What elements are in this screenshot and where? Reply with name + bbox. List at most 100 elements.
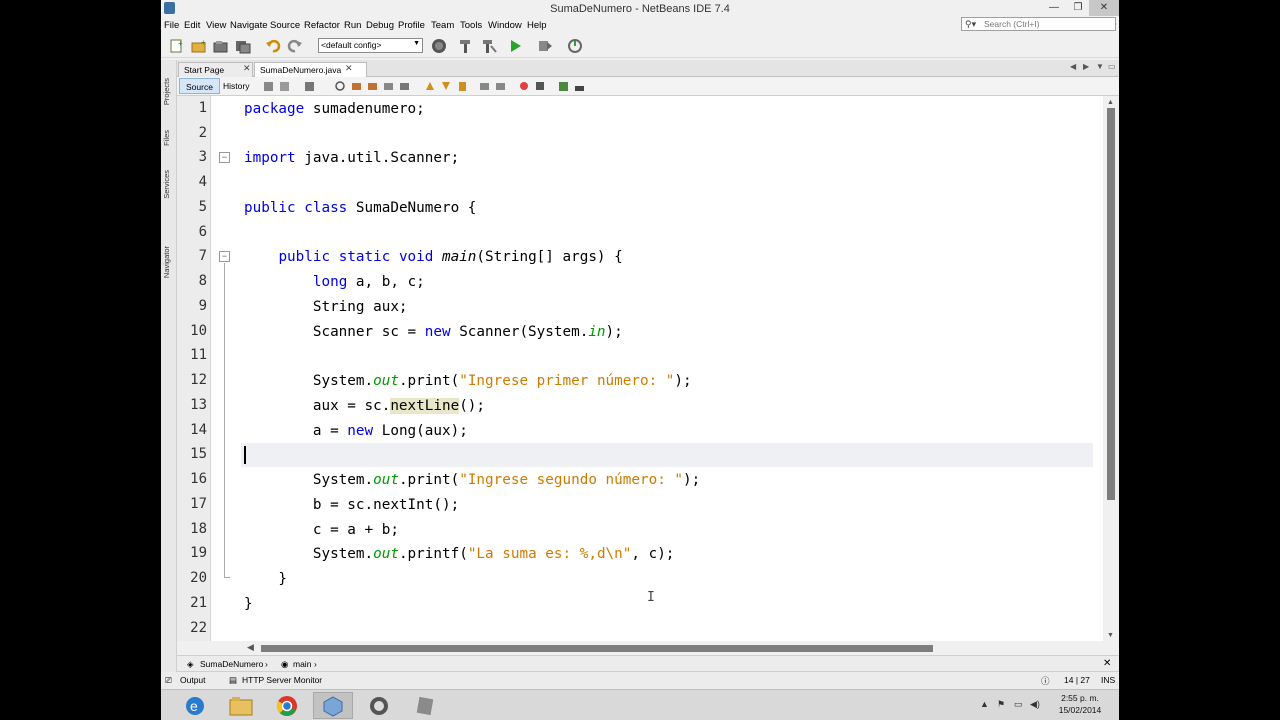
volume-icon[interactable]: ◀) [1030, 699, 1040, 710]
close-icon[interactable]: ✕ [243, 63, 251, 74]
output-tab[interactable]: Output [180, 675, 206, 685]
menu-help[interactable]: Help [527, 20, 547, 31]
shift-right-icon[interactable] [495, 81, 506, 92]
fold-toggle-icon[interactable]: − [219, 152, 230, 163]
code-line-13: aux = sc.nextLine(); [244, 398, 486, 414]
text-caret [244, 446, 246, 464]
menu-navigate[interactable]: Navigate [230, 20, 268, 31]
config-select[interactable]: <default config> ▼ [318, 38, 423, 53]
app-icon[interactable] [359, 692, 399, 719]
fold-end-marker [224, 577, 230, 578]
code-editor[interactable]: 1 2 3 4 5 6 7 8 9 10 11 12 13 14 15 16 1… [177, 96, 1103, 641]
horizontal-scroll-thumb[interactable] [261, 645, 933, 652]
vertical-scrollbar[interactable]: ▲ ▼ [1103, 96, 1119, 641]
save-all-icon[interactable] [235, 38, 251, 54]
flag-icon[interactable]: ⚑ [997, 699, 1005, 710]
new-file-icon[interactable]: + [169, 38, 185, 54]
line-number: 22 [190, 620, 207, 636]
navigator-panel-tab[interactable]: Navigator [162, 246, 176, 278]
run-icon[interactable] [507, 38, 523, 54]
menu-edit[interactable]: Edit [184, 20, 200, 31]
forward-icon[interactable] [304, 81, 315, 92]
insert-mode: INS [1101, 675, 1116, 685]
breadcrumb-method[interactable]: main [293, 659, 311, 669]
http-monitor-tab[interactable]: HTTP Server Monitor [242, 675, 322, 685]
tab-scroll-right-icon[interactable]: ▶ [1083, 62, 1089, 71]
profile-icon[interactable] [567, 38, 583, 54]
projects-panel-tab[interactable]: Projects [162, 78, 176, 105]
monitor-icon: ▤ [229, 675, 238, 685]
services-panel-tab[interactable]: Services [162, 170, 176, 199]
find-next-icon[interactable] [367, 81, 378, 92]
redo-icon[interactable] [287, 38, 303, 54]
svg-text:+: + [178, 39, 183, 48]
find-icon[interactable] [335, 81, 346, 92]
build-hammer-icon[interactable] [457, 38, 473, 54]
menu-view[interactable]: View [206, 20, 226, 31]
undo-icon[interactable] [265, 38, 281, 54]
code-line-7: public static void main(String[] args) { [278, 249, 623, 265]
previous-bookmark-icon[interactable] [425, 81, 436, 92]
menu-window[interactable]: Window [488, 20, 522, 31]
scroll-left-icon[interactable]: ◀ [247, 642, 254, 653]
stop-macro-icon[interactable] [535, 81, 546, 92]
chevron-right-icon: › [265, 659, 268, 669]
menu-tools[interactable]: Tools [460, 20, 482, 31]
notepad-icon[interactable] [405, 692, 445, 719]
clean-build-icon[interactable] [481, 38, 497, 54]
back-icon[interactable] [279, 81, 290, 92]
close-button[interactable]: ✕ [1089, 0, 1119, 16]
menu-file[interactable]: File [164, 20, 179, 31]
uncomment-icon[interactable] [574, 81, 585, 92]
toggle-bookmark-icon[interactable] [457, 81, 468, 92]
next-bookmark-icon[interactable] [441, 81, 452, 92]
menu-profile[interactable]: Profile [398, 20, 425, 31]
menu-run[interactable]: Run [344, 20, 361, 31]
netbeans-icon[interactable] [313, 692, 353, 719]
source-button[interactable]: Source [179, 78, 220, 94]
clock[interactable]: 2:55 p. m. 15/02/2014 [1051, 692, 1109, 716]
tab-list-icon[interactable]: ▼ [1096, 62, 1104, 71]
tab-scroll-left-icon[interactable]: ◀ [1070, 62, 1076, 71]
vertical-scroll-thumb[interactable] [1107, 108, 1115, 500]
scroll-up-icon[interactable]: ▲ [1107, 99, 1114, 106]
menu-team[interactable]: Team [431, 20, 454, 31]
comment-icon[interactable] [558, 81, 569, 92]
history-button[interactable]: History [217, 78, 255, 94]
scroll-down-icon[interactable]: ▼ [1107, 632, 1114, 639]
last-edit-icon[interactable] [263, 81, 274, 92]
restore-button[interactable]: ❐ [1065, 0, 1091, 16]
chrome-icon[interactable] [267, 692, 307, 719]
horizontal-scrollbar[interactable]: ◀ [177, 641, 1119, 655]
debug-icon[interactable] [537, 38, 553, 54]
network-icon[interactable]: ▭ [1014, 699, 1023, 710]
find-previous-icon[interactable] [351, 81, 362, 92]
files-panel-tab[interactable]: Files [162, 130, 176, 146]
minimize-button[interactable]: — [1041, 0, 1067, 16]
breadcrumb-class[interactable]: SumaDeNumero [200, 659, 263, 669]
new-project-icon[interactable]: + [191, 38, 207, 54]
svg-text:+: + [201, 38, 206, 47]
search-input[interactable]: ⚲▾ Search (Ctrl+I) [961, 17, 1116, 31]
file-explorer-icon[interactable] [221, 692, 261, 719]
show-hidden-icons-icon[interactable]: ▲ [980, 699, 989, 709]
maximize-icon[interactable]: ▭ [1108, 62, 1116, 71]
close-icon[interactable]: ✕ [1103, 658, 1111, 669]
notifications-icon[interactable]: ⓘ [1041, 675, 1050, 687]
shift-left-icon[interactable] [479, 81, 490, 92]
close-icon[interactable]: ✕ [345, 63, 353, 74]
code-line-20: } [244, 571, 288, 587]
menu-debug[interactable]: Debug [366, 20, 394, 31]
internet-explorer-icon[interactable]: e [175, 692, 215, 719]
toggle-selection-icon[interactable] [399, 81, 410, 92]
open-project-icon[interactable] [213, 38, 229, 54]
menu-source[interactable]: Source [270, 20, 300, 31]
fold-toggle-icon[interactable]: − [219, 251, 230, 262]
toggle-highlight-icon[interactable] [383, 81, 394, 92]
menu-refactor[interactable]: Refactor [304, 20, 340, 31]
globe-icon[interactable] [431, 38, 447, 54]
start-macro-icon[interactable] [519, 81, 530, 92]
code-line-19: System.out.printf("La suma es: %,d\n", c… [244, 546, 675, 562]
tab-start-page[interactable]: Start Page [178, 62, 253, 77]
line-number: 8 [198, 273, 207, 289]
